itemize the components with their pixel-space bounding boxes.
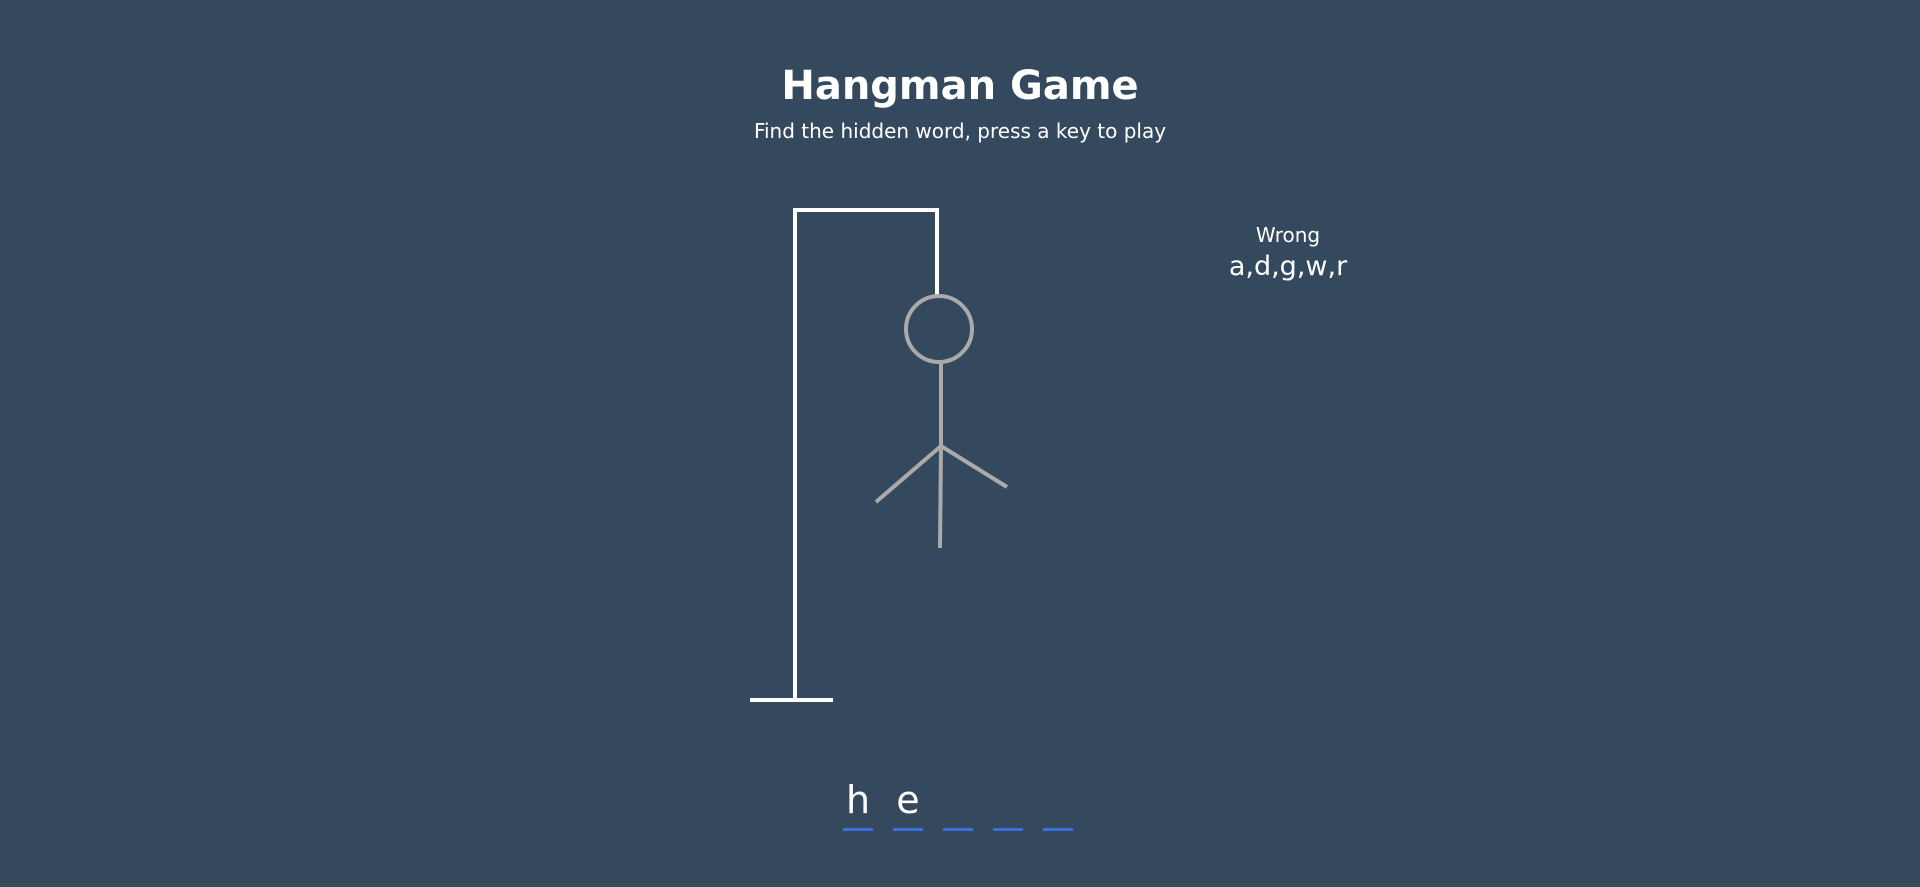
word-letter-3 xyxy=(943,775,973,831)
hangman-figure xyxy=(750,208,1009,702)
page-subtitle: Find the hidden word, press a key to pla… xyxy=(753,119,1167,143)
wrong-letters-panel: Wrong a,d,g,w,r xyxy=(1188,222,1388,286)
wrong-letters: a,d,g,w,r xyxy=(1228,251,1348,282)
wrong-label: Wrong xyxy=(1255,223,1321,247)
figure-left-leg xyxy=(938,445,943,549)
figure-right-arm xyxy=(939,444,1009,489)
page-title: Hangman Game xyxy=(781,63,1139,109)
game-container: Hangman Game Find the hidden word, press… xyxy=(0,0,1920,887)
word-letter-2: e xyxy=(893,775,923,831)
hidden-word: h e xyxy=(843,775,1073,831)
figure-left-arm xyxy=(874,444,943,504)
figure-head xyxy=(904,294,974,364)
word-letter-4 xyxy=(993,775,1023,831)
word-letter-5 xyxy=(1043,775,1073,831)
word-letter-1: h xyxy=(843,775,873,831)
